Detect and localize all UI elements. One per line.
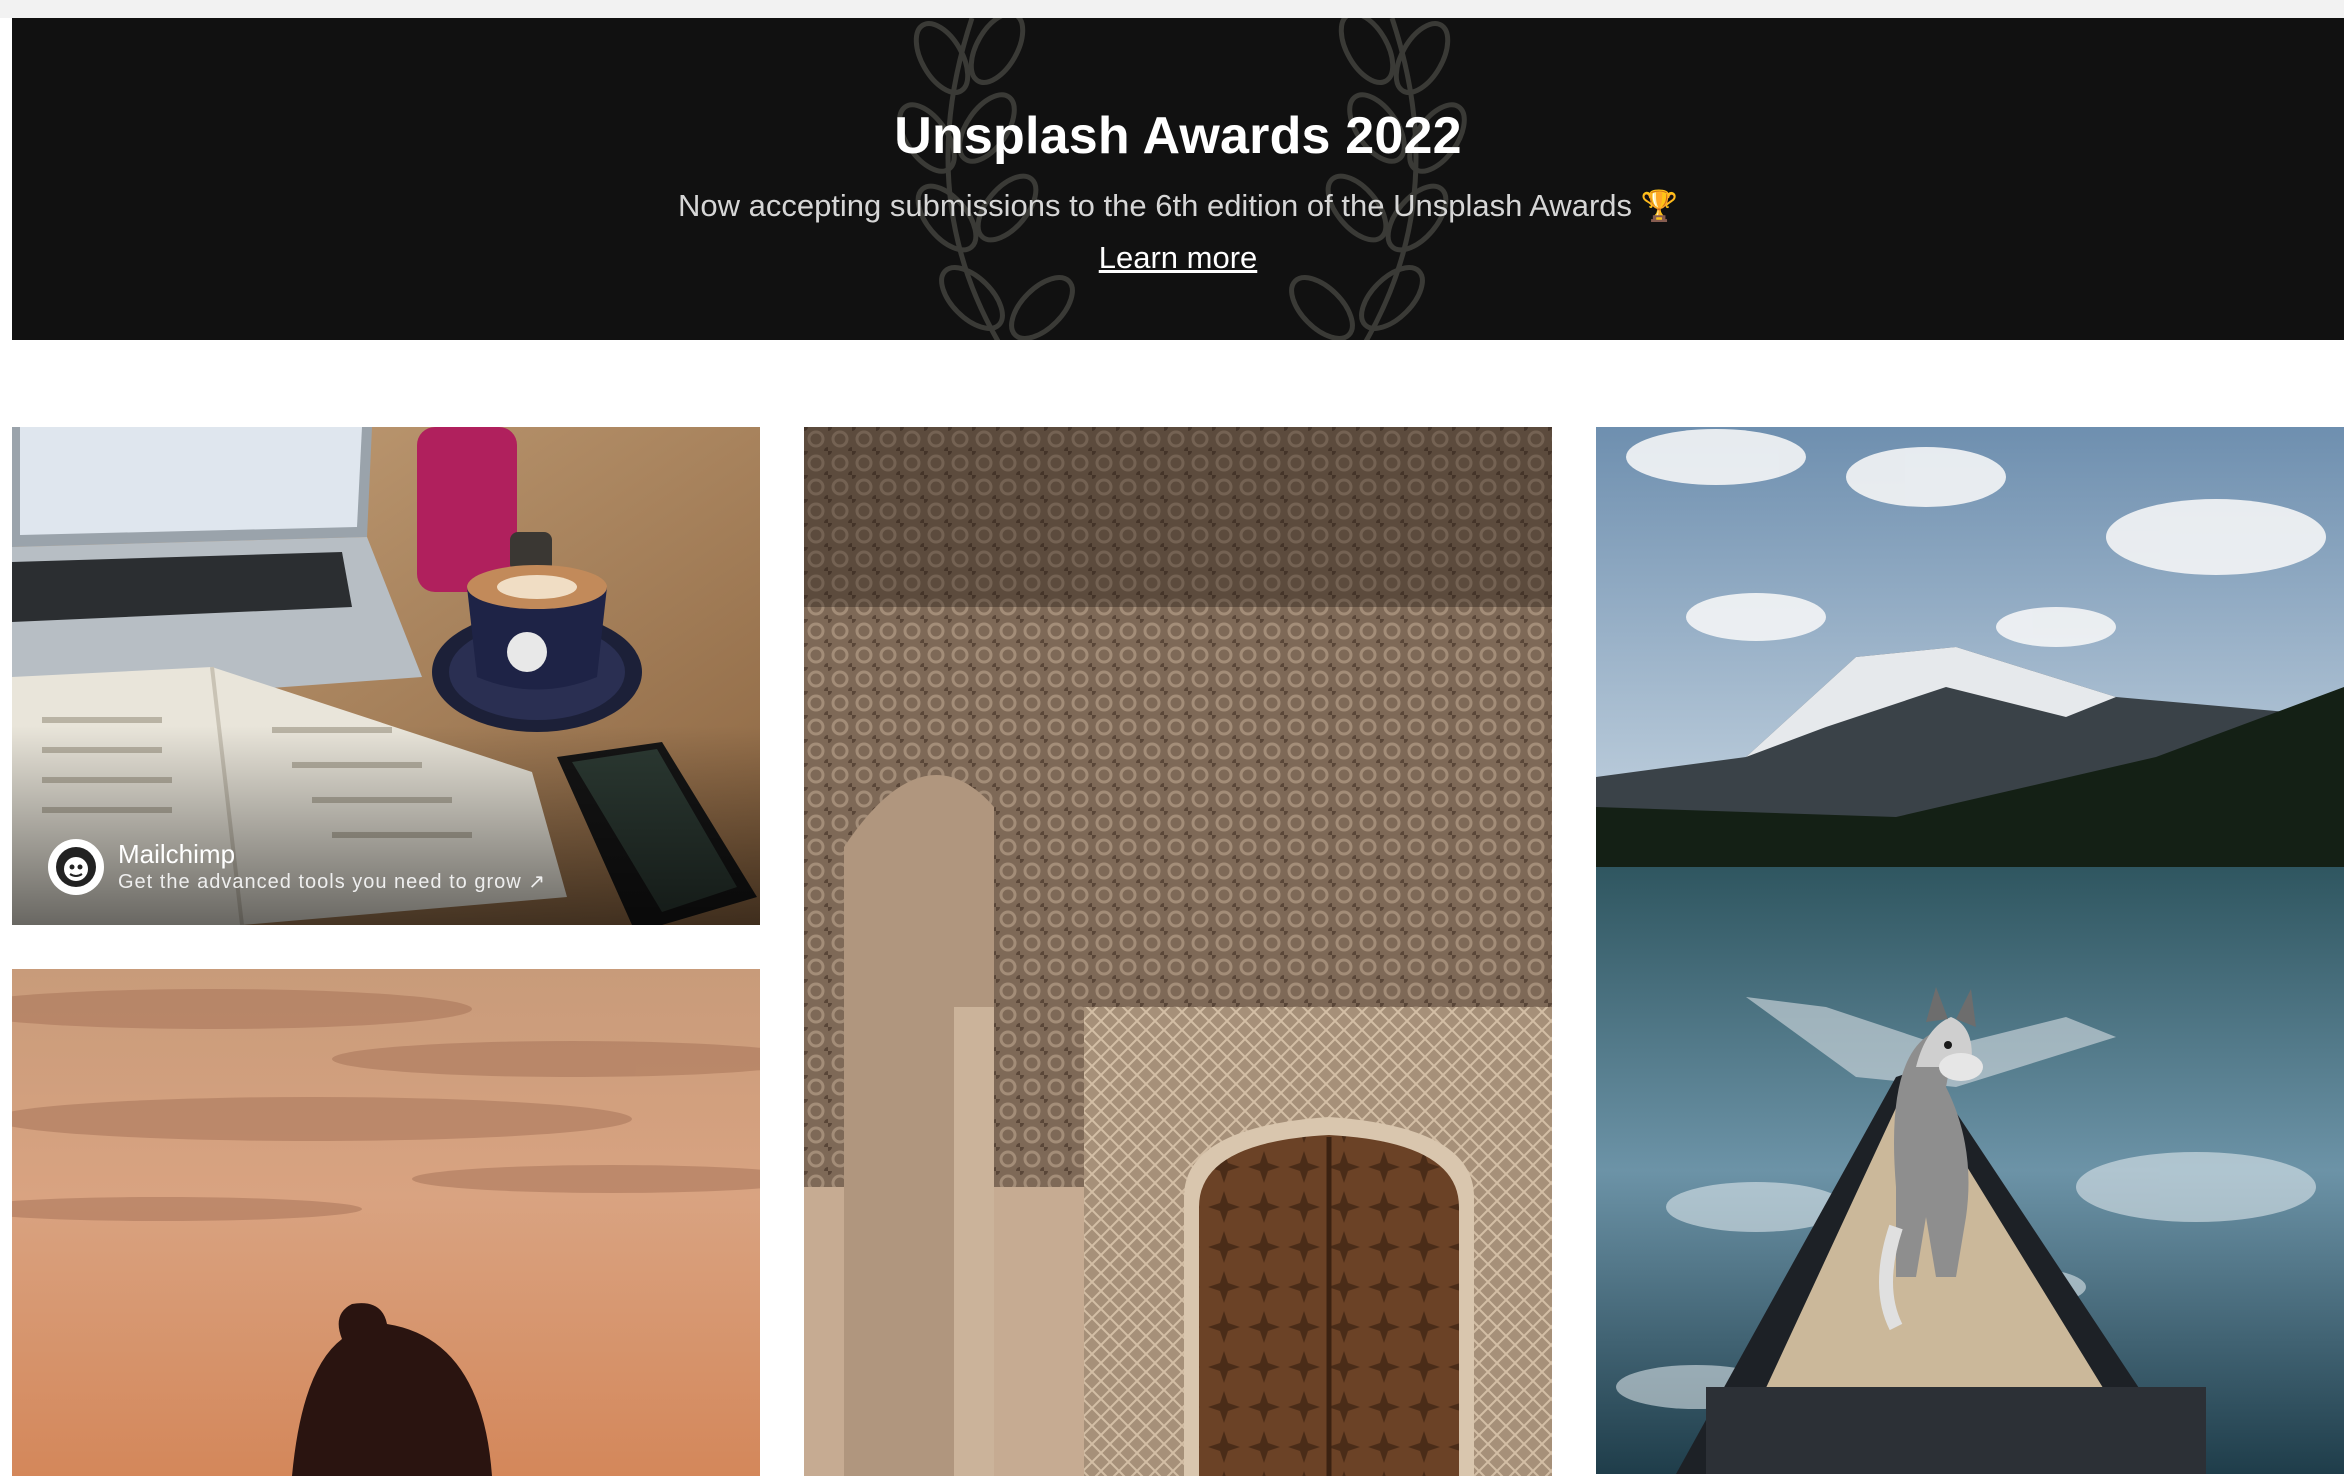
learn-more-link[interactable]: Learn more	[12, 240, 2344, 276]
photo-desk-coffee[interactable]: Mailchimp Get the advanced tools you nee…	[12, 427, 760, 925]
photo-sunset-silhouette[interactable]	[12, 969, 760, 1476]
awards-banner: Unsplash Awards 2022 Now accepting submi…	[12, 18, 2344, 340]
sponsor-name: Mailchimp	[118, 839, 236, 869]
banner-title: Unsplash Awards 2022	[894, 107, 1462, 165]
banner-subtitle: Now accepting submissions to the 6th edi…	[12, 188, 2344, 224]
sponsor-tagline: Get the advanced tools you need to grow …	[118, 871, 547, 893]
trophy-icon: 🏆	[1640, 190, 1679, 223]
sponsor-badge[interactable]: Mailchimp Get the advanced tools you nee…	[48, 839, 546, 895]
banner-subtitle-text: Now accepting submissions to the 6th edi…	[677, 188, 1633, 223]
photo-husky-canoe[interactable]	[1596, 427, 2344, 1474]
top-strip	[0, 0, 2344, 18]
mailchimp-logo-icon	[48, 839, 104, 895]
photo-alhambra-arch[interactable]	[804, 427, 1552, 1476]
laurel-decoration	[897, 18, 1467, 340]
